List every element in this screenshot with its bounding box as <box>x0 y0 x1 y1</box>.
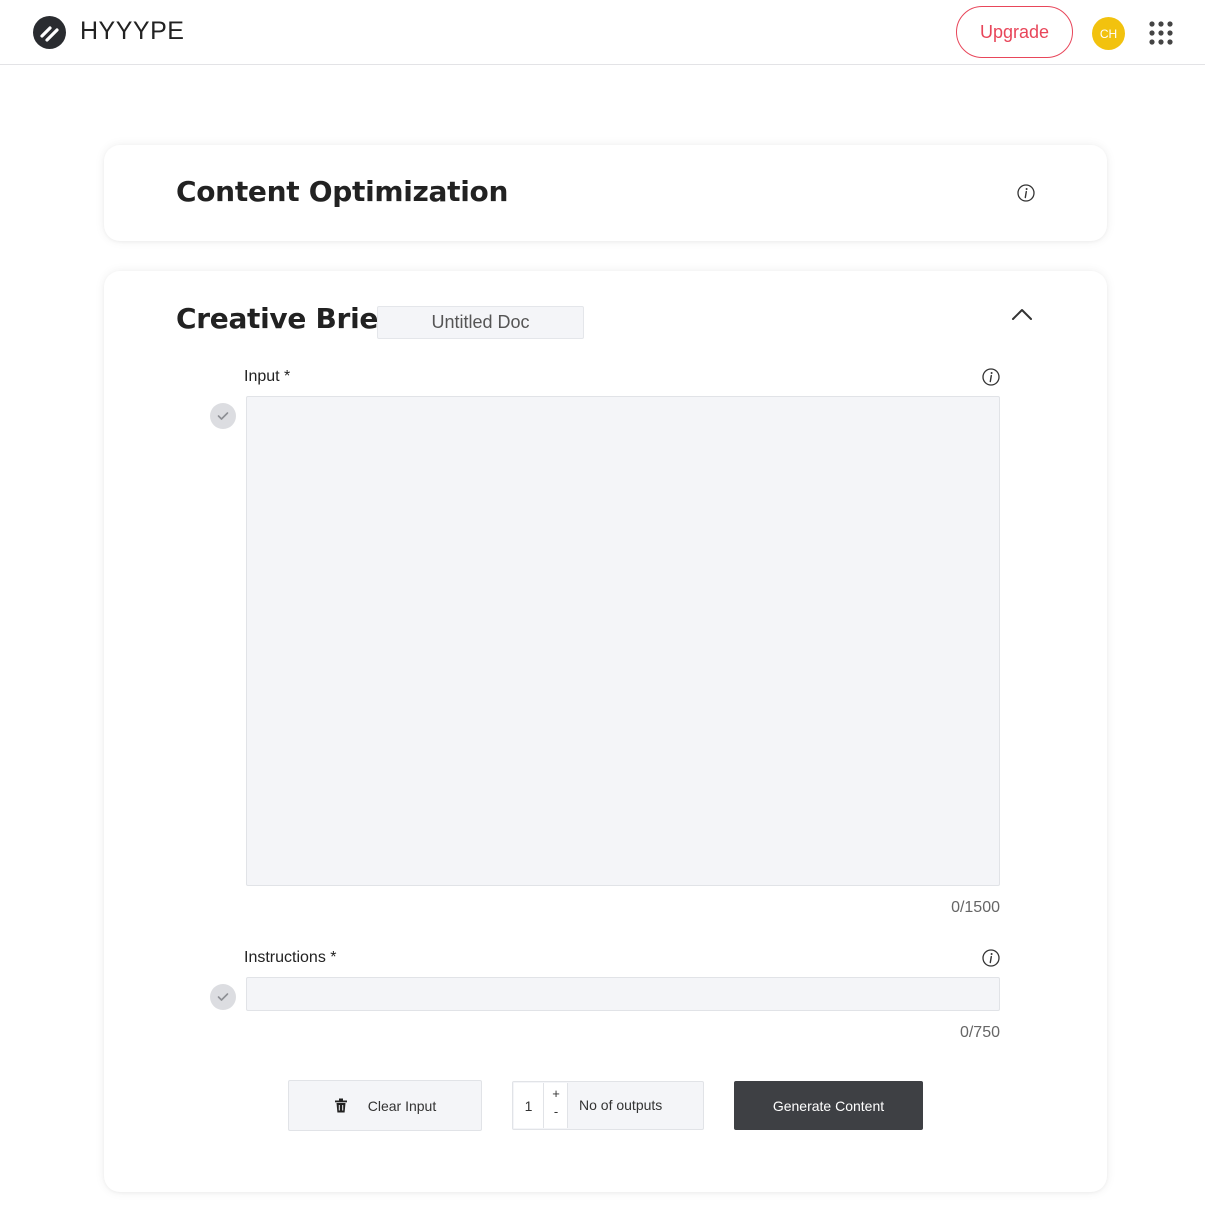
instructions-input[interactable] <box>246 977 1000 1011</box>
increment-button[interactable]: + <box>544 1087 568 1101</box>
top-bar: HYYYPE Upgrade CH <box>0 0 1205 65</box>
input-label: Input * <box>244 368 291 385</box>
input-textarea[interactable] <box>246 396 1000 886</box>
upgrade-button[interactable]: Upgrade <box>956 6 1073 58</box>
chevron-up-icon[interactable] <box>1010 305 1034 325</box>
instructions-label: Instructions * <box>244 949 337 966</box>
creative-brief-title: Creative Brief - <box>176 302 411 335</box>
instructions-check-icon <box>210 984 236 1010</box>
creative-brief-card: Creative Brief - Untitled Doc Input * 0/… <box>104 271 1107 1192</box>
trash-icon <box>334 1098 348 1113</box>
page-title: Content Optimization <box>176 175 509 208</box>
content-optimization-card: Content Optimization <box>104 145 1107 241</box>
outputs-value-input[interactable]: 1 <box>514 1083 544 1128</box>
decrement-button[interactable]: - <box>544 1105 568 1119</box>
input-char-counter: 0/1500 <box>951 899 1000 916</box>
logo-text[interactable]: HYYYPE <box>80 17 184 46</box>
outputs-label: No of outputs <box>579 1097 663 1113</box>
generate-content-button[interactable]: Generate Content <box>734 1081 923 1130</box>
info-icon[interactable] <box>1017 184 1035 202</box>
instructions-info-icon[interactable] <box>982 949 1000 967</box>
doc-name-field[interactable]: Untitled Doc <box>377 306 584 339</box>
instructions-char-counter: 0/750 <box>959 1024 1000 1041</box>
avatar[interactable]: CH <box>1092 17 1125 50</box>
clear-input-label: Clear Input <box>367 1097 437 1114</box>
stepper-controls: + - <box>544 1083 568 1128</box>
input-info-icon[interactable] <box>982 368 1000 386</box>
outputs-stepper: 1 + - No of outputs <box>512 1081 704 1130</box>
apps-grid-icon[interactable] <box>1149 21 1173 45</box>
input-check-icon <box>210 403 236 429</box>
clear-input-button[interactable]: Clear Input <box>288 1080 482 1131</box>
logo-icon[interactable] <box>33 16 66 49</box>
